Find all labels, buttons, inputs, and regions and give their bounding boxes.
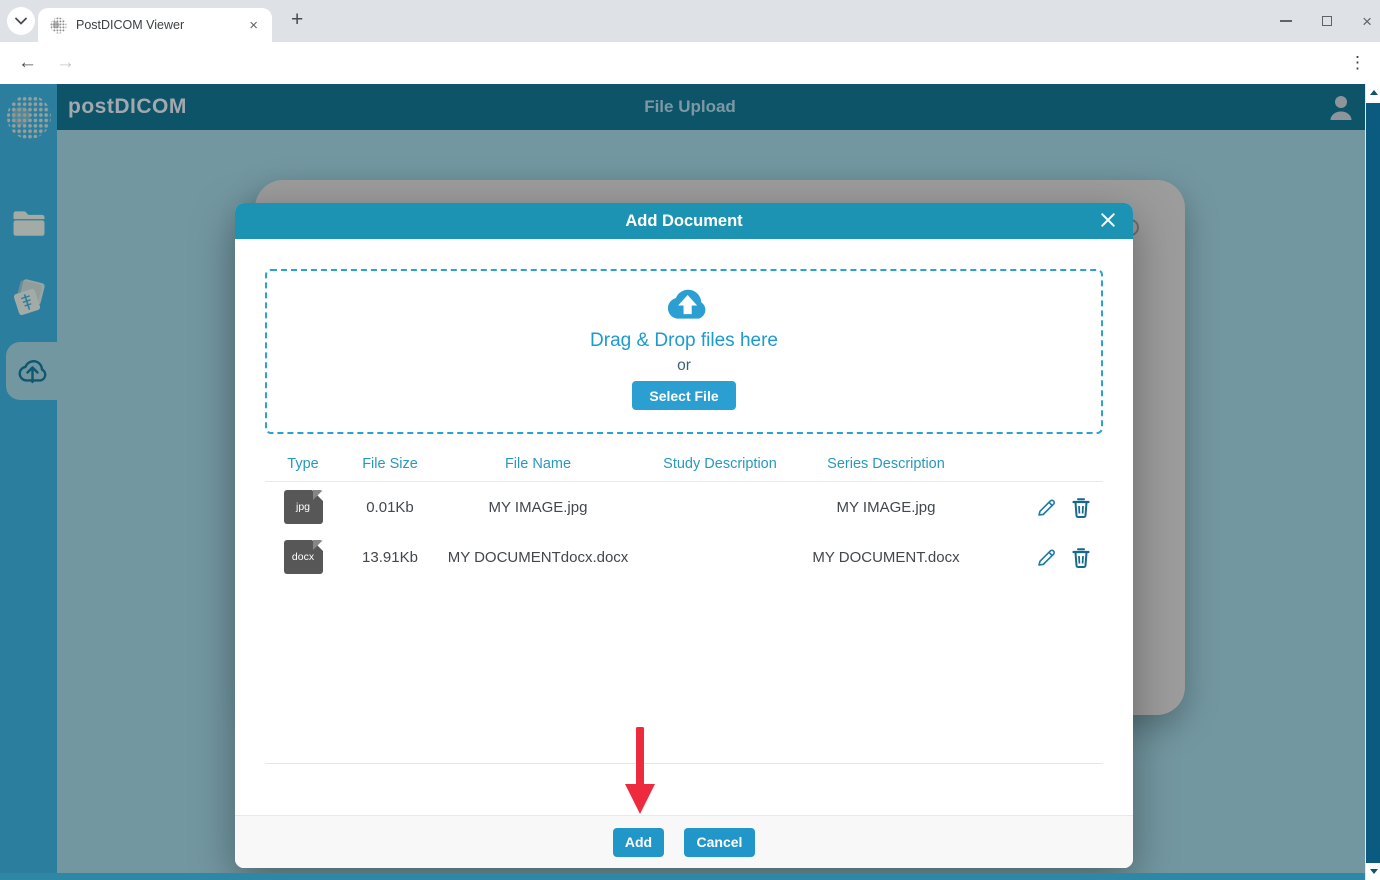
scroll-up-button[interactable] bbox=[1366, 84, 1380, 101]
modal-title: Add Document bbox=[625, 212, 742, 231]
add-button[interactable]: Add bbox=[613, 828, 664, 857]
modal-footer: Add Cancel bbox=[235, 815, 1133, 868]
vertical-scrollbar[interactable] bbox=[1365, 84, 1380, 880]
sidebar-item-folders[interactable] bbox=[0, 210, 57, 238]
select-file-button[interactable]: Select File bbox=[632, 381, 735, 410]
chevron-down-icon bbox=[15, 17, 27, 25]
file-name-cell: MY DOCUMENTdocx.docx bbox=[439, 549, 637, 566]
horizontal-scrollbar-thumb[interactable] bbox=[0, 873, 1365, 880]
red-annotation-arrow bbox=[622, 726, 658, 816]
vertical-scrollbar-thumb[interactable] bbox=[1366, 103, 1380, 865]
browser-menu-button[interactable]: ⋮ bbox=[1349, 53, 1366, 73]
col-header-type: Type bbox=[265, 456, 341, 472]
col-header-series-description: Series Description bbox=[803, 456, 969, 472]
new-tab-button[interactable]: + bbox=[283, 6, 311, 34]
add-document-modal: Add Document Drag & Drop files here or S… bbox=[235, 203, 1133, 868]
col-header-study-description: Study Description bbox=[637, 456, 803, 472]
app-logo-text: postDICOM bbox=[68, 95, 187, 119]
series-description-cell: MY IMAGE.jpg bbox=[803, 499, 969, 516]
pencil-icon bbox=[1035, 496, 1058, 519]
dropzone-heading: Drag & Drop files here bbox=[590, 330, 778, 352]
series-description-cell: MY DOCUMENT.docx bbox=[803, 549, 969, 566]
file-type-badge: docx bbox=[284, 540, 323, 574]
page-title: File Upload bbox=[0, 97, 1380, 117]
dropzone-separator: or bbox=[677, 357, 691, 375]
user-account-icon[interactable] bbox=[1328, 93, 1354, 121]
file-size-cell: 13.91Kb bbox=[341, 549, 439, 566]
postdicom-logo-icon bbox=[6, 91, 52, 143]
browser-tab-strip: PostDICOM Viewer × + × bbox=[0, 0, 1380, 42]
edit-button[interactable] bbox=[1035, 546, 1058, 569]
sidebar-item-studies[interactable] bbox=[0, 276, 57, 316]
window-controls: × bbox=[1280, 0, 1372, 42]
table-row: jpg 0.01Kb MY IMAGE.jpg MY IMAGE.jpg bbox=[265, 482, 1103, 532]
back-button[interactable]: ← bbox=[18, 52, 37, 74]
trash-icon bbox=[1071, 546, 1091, 568]
browser-tab[interactable]: PostDICOM Viewer × bbox=[38, 8, 272, 42]
close-icon[interactable] bbox=[1097, 209, 1119, 231]
sidebar-item-file-upload-active[interactable] bbox=[6, 342, 57, 400]
delete-button[interactable] bbox=[1071, 546, 1091, 568]
screen: PostDICOM Viewer × + × ← → germany.postd… bbox=[0, 0, 1380, 880]
window-minimize-button[interactable] bbox=[1280, 20, 1292, 22]
file-size-cell: 0.01Kb bbox=[341, 499, 439, 516]
file-table: Type File Size File Name Study Descripti… bbox=[265, 446, 1103, 764]
file-name-cell: MY IMAGE.jpg bbox=[439, 499, 637, 516]
tab-title: PostDICOM Viewer bbox=[76, 18, 245, 32]
triangle-up-icon bbox=[1370, 90, 1378, 95]
triangle-down-icon bbox=[1370, 869, 1378, 874]
browser-toolbar: ← → germany.postdicom.com/Viewer/Main Gu… bbox=[0, 42, 1380, 84]
cancel-button[interactable]: Cancel bbox=[684, 828, 755, 857]
forward-button[interactable]: → bbox=[56, 52, 75, 74]
sidebar bbox=[0, 84, 57, 880]
trash-icon bbox=[1071, 496, 1091, 518]
cloud-upload-filled-icon bbox=[655, 284, 713, 326]
scroll-down-button[interactable] bbox=[1366, 863, 1380, 880]
table-header-row: Type File Size File Name Study Descripti… bbox=[265, 446, 1103, 482]
pencil-icon bbox=[1035, 546, 1058, 569]
tab-search-chevron-button[interactable] bbox=[7, 7, 35, 35]
col-header-file-size: File Size bbox=[341, 456, 439, 472]
folder-icon bbox=[11, 210, 47, 238]
delete-button[interactable] bbox=[1071, 496, 1091, 518]
app-header: File Upload postDICOM bbox=[0, 84, 1380, 130]
modal-header: Add Document bbox=[235, 203, 1133, 239]
window-maximize-button[interactable] bbox=[1322, 16, 1332, 26]
edit-button[interactable] bbox=[1035, 496, 1058, 519]
postdicom-favicon bbox=[50, 17, 67, 34]
cloud-upload-icon bbox=[14, 355, 50, 387]
col-header-file-name: File Name bbox=[439, 456, 637, 472]
dropzone[interactable]: Drag & Drop files here or Select File bbox=[265, 269, 1103, 434]
window-close-button[interactable]: × bbox=[1362, 13, 1372, 30]
xray-images-icon bbox=[9, 276, 49, 316]
file-type-badge: jpg bbox=[284, 490, 323, 524]
tab-close-icon[interactable]: × bbox=[245, 17, 262, 34]
table-row: docx 13.91Kb MY DOCUMENTdocx.docx MY DOC… bbox=[265, 532, 1103, 582]
